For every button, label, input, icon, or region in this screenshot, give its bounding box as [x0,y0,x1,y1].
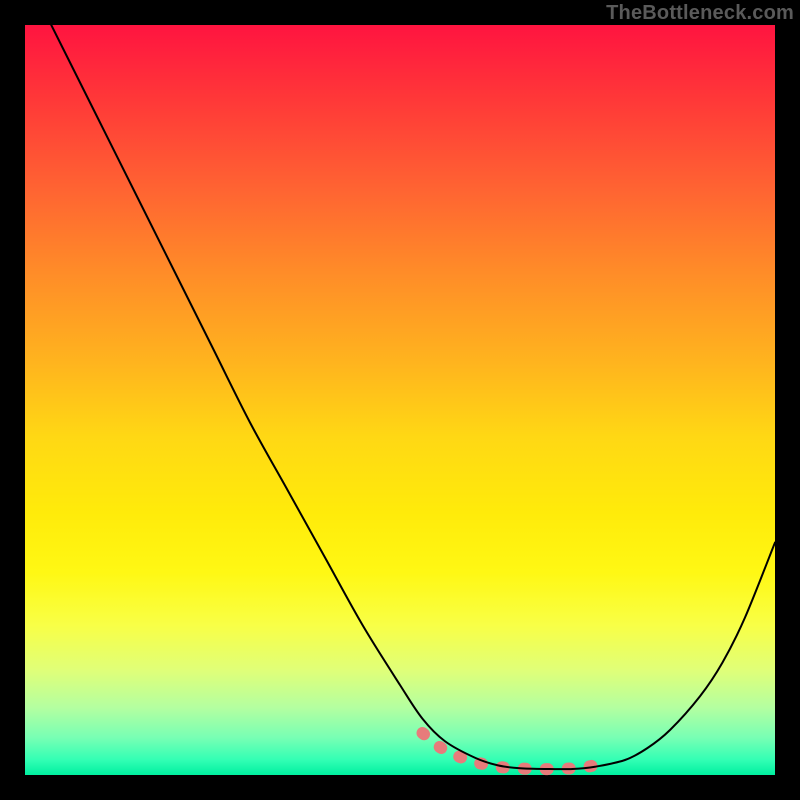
plot-area [25,25,775,775]
curve-layer [25,25,775,775]
highlight-band [423,733,611,769]
chart-frame: TheBottleneck.com [0,0,800,800]
watermark-text: TheBottleneck.com [606,2,794,25]
bottleneck-curve [25,0,775,769]
